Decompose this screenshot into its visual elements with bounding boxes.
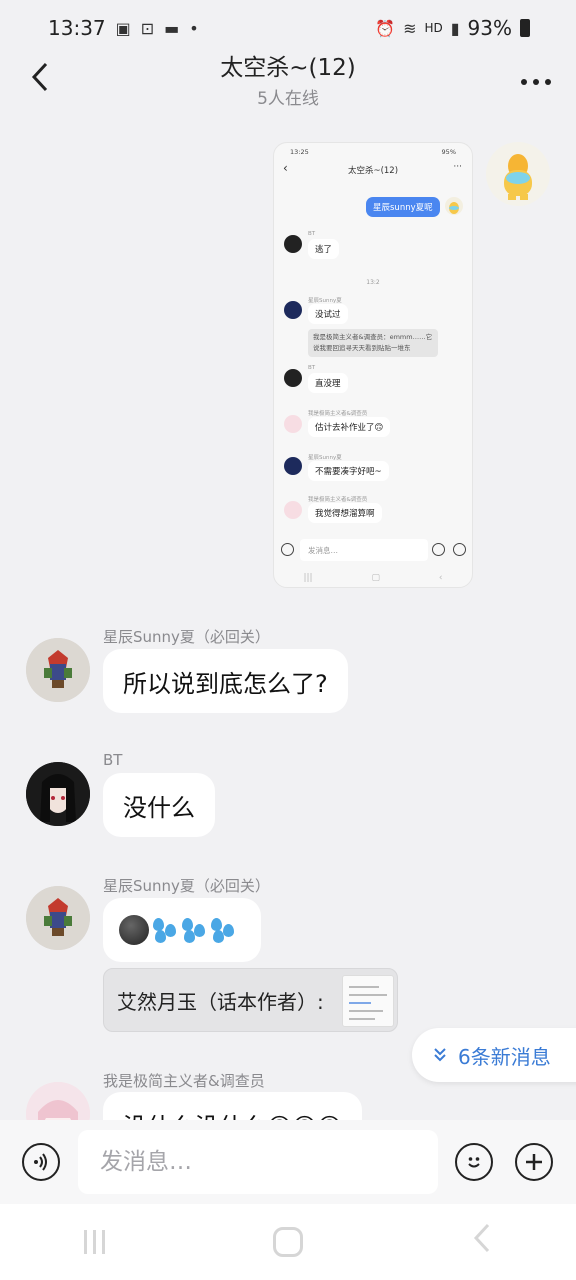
mini-avatar	[284, 501, 302, 519]
mini-sender: BT	[308, 231, 316, 237]
more-icon	[521, 79, 551, 85]
sender-name: BT	[103, 751, 123, 769]
mini-sender: 星辰Sunny夏	[308, 298, 342, 304]
status-time: 13:37	[48, 16, 106, 40]
chat-title: 太空杀~(12)	[220, 55, 356, 81]
mini-emoji-icon	[432, 543, 445, 556]
mini-avatar	[284, 301, 302, 319]
emoji-message-bubble[interactable]	[103, 898, 261, 962]
mini-sender: 我是极简主义者&调查员	[308, 497, 368, 503]
mini-back-nav-icon: ‹	[438, 573, 443, 583]
mini-plus-icon	[453, 543, 466, 556]
message-icon: ▬	[164, 18, 180, 38]
mini-more-icon: ···	[453, 162, 462, 172]
mini-status-time: 13:25	[290, 148, 309, 156]
mini-quote: 我是极简主义者&调查员：emmm……它说我要回追寻天天看到贴贴一堆东	[308, 329, 438, 357]
alarm-icon: ⏰	[375, 18, 396, 38]
mini-bubble: 没试过	[308, 304, 348, 324]
plus-icon	[526, 1154, 542, 1170]
mini-bubble: 不需要凑字好吧~	[308, 461, 389, 481]
pixel-character-avatar-icon	[26, 638, 90, 702]
mini-bubble: 逃了	[308, 239, 340, 259]
sender-name: 星辰Sunny夏（必回关）	[103, 877, 270, 895]
home-button[interactable]	[273, 1227, 304, 1257]
dark-face-emoji-icon	[119, 915, 149, 945]
signal-5g-icon: ▮	[450, 18, 460, 38]
mini-bubble: 我觉得想溜算啊	[308, 503, 382, 523]
mini-bubble: 直没理	[308, 373, 348, 393]
message-input[interactable]	[78, 1130, 438, 1194]
quote-thumbnail	[342, 975, 394, 1027]
mini-self-avatar	[445, 197, 463, 215]
crewmate-avatar-icon	[504, 154, 532, 200]
online-count: 5人在线	[257, 89, 319, 109]
mini-title: 太空杀~(12)	[347, 166, 399, 176]
screenshot-message-image[interactable]: 13:25 95% ‹ 太空杀~(12) ··· 星辰sunny夏呢 BT 逃了…	[273, 142, 473, 588]
anime-girl-avatar-icon	[26, 762, 90, 826]
back-nav-button[interactable]	[472, 1222, 492, 1263]
mini-nav-bar: ||| ▢ ‹	[274, 567, 472, 587]
mini-voice-icon	[281, 543, 294, 556]
back-nav-icon	[473, 1223, 489, 1252]
mini-self-bubble: 星辰sunny夏呢	[366, 197, 440, 217]
sender-avatar[interactable]	[26, 762, 90, 826]
pixel-character-avatar-icon	[26, 886, 90, 950]
quote-text: 艾然月玉（话本作者）:	[117, 990, 324, 1014]
more-button[interactable]	[520, 60, 552, 93]
mini-recent-icon: |||	[303, 573, 313, 583]
mini-sender: 星辰Sunny夏	[308, 455, 342, 461]
system-nav-bar	[0, 1204, 576, 1280]
chat-header: 太空杀~(12) 5人在线	[0, 40, 576, 112]
battery-icon	[520, 19, 530, 37]
mini-avatar	[284, 235, 302, 253]
mini-avatar	[284, 415, 302, 433]
network-label: HD	[424, 21, 443, 35]
mini-avatar	[284, 457, 302, 475]
sender-name: 我是极简主义者&调查员	[103, 1072, 265, 1090]
recent-apps-button[interactable]	[84, 1230, 106, 1254]
mini-input: 发消息…	[300, 539, 428, 561]
sender-avatar[interactable]	[26, 886, 90, 950]
gallery-icon: ▣	[115, 18, 131, 38]
emoji-icon	[468, 1157, 480, 1168]
sender-name: 星辰Sunny夏（必回关）	[103, 628, 270, 646]
dot-icon: •	[189, 18, 199, 38]
sweat-drops-emoji-icon	[151, 916, 237, 944]
new-messages-label: 6条新消息	[458, 1044, 551, 1069]
input-bar	[0, 1120, 576, 1204]
mini-home-icon: ▢	[371, 573, 380, 583]
screenshot-icon: ⊡	[140, 18, 155, 38]
battery-percent: 93%	[467, 16, 512, 40]
mini-sender: BT	[308, 365, 316, 371]
voice-button[interactable]	[22, 1143, 60, 1181]
quoted-message[interactable]: 艾然月玉（话本作者）:	[103, 968, 398, 1032]
new-messages-button[interactable]: 6条新消息	[412, 1028, 576, 1082]
message-bubble[interactable]: 所以说到底怎么了?	[103, 649, 348, 713]
message-bubble[interactable]: 没什么	[103, 773, 215, 837]
add-button[interactable]	[515, 1143, 553, 1181]
mini-timestamp: 13:2	[366, 279, 380, 286]
wifi-icon: ≋	[403, 18, 417, 38]
mini-avatar	[284, 369, 302, 387]
mini-input-bar: 发消息…	[274, 535, 472, 565]
mini-status-battery: 95%	[441, 148, 456, 156]
mini-sender: 我是极简主义者&调查员	[308, 411, 368, 417]
self-avatar[interactable]	[486, 142, 550, 206]
sender-avatar[interactable]	[26, 638, 90, 702]
voice-icon	[34, 1153, 47, 1171]
mini-bubble: 估计去补作业了🙃	[308, 417, 391, 437]
emoji-button[interactable]	[455, 1143, 493, 1181]
double-chevron-down-icon	[432, 1046, 448, 1065]
